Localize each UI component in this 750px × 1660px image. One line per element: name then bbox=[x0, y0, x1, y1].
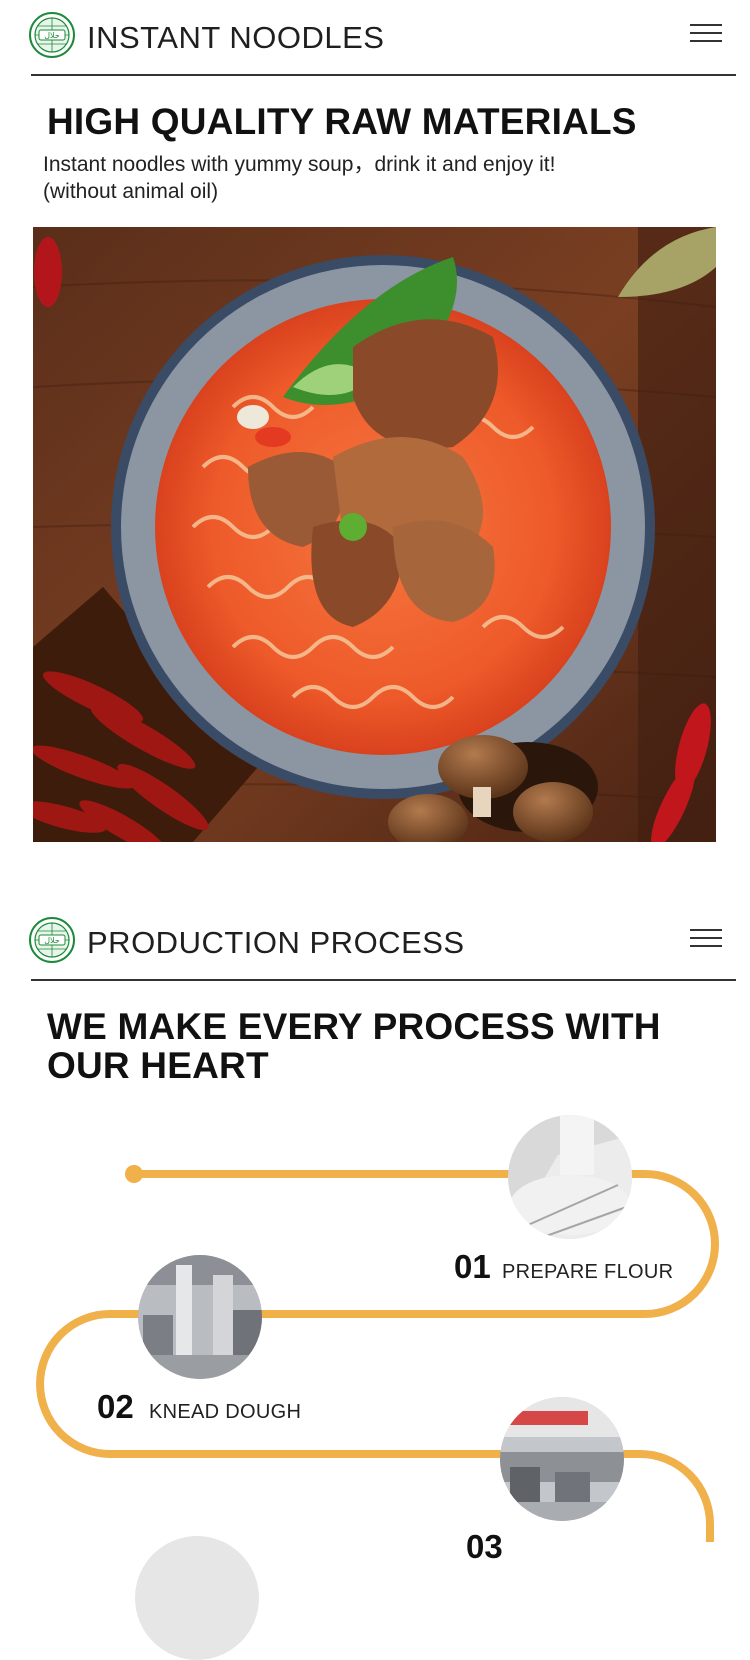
step-4-image bbox=[135, 1536, 259, 1660]
svg-text:حلال: حلال bbox=[44, 31, 60, 40]
noodle-bowl-image bbox=[33, 227, 716, 842]
hamburger-menu-icon[interactable] bbox=[690, 22, 722, 44]
step-1-number: 01 bbox=[454, 1248, 491, 1285]
svg-text:حلال: حلال bbox=[44, 936, 60, 945]
section-headline: HIGH QUALITY RAW MATERIALS bbox=[47, 101, 637, 142]
step-2-number: 02 bbox=[97, 1388, 134, 1425]
header-production-process: حلال PRODUCTION PROCESS bbox=[0, 905, 750, 981]
hamburger-menu-icon[interactable] bbox=[690, 927, 722, 949]
step-2-machine-image bbox=[138, 1255, 262, 1379]
step-2-label: KNEAD DOUGH bbox=[149, 1401, 302, 1423]
description-line-1: Instant noodles with yummy soup，drink it… bbox=[43, 153, 556, 176]
divider bbox=[31, 74, 736, 76]
process-headline-line-1: WE MAKE EVERY PROCESS WITH bbox=[47, 1006, 661, 1047]
step-3-factory-image bbox=[500, 1397, 624, 1521]
process-timeline: 01 PREPARE FLOUR 02 KNEAD DOUGH 03 bbox=[0, 1090, 750, 1660]
page-title: INSTANT NOODLES bbox=[87, 20, 385, 55]
header-instant-noodles: حلال INSTANT NOODLES bbox=[0, 0, 750, 76]
timeline-path bbox=[36, 1165, 719, 1542]
step-1-flour-image bbox=[508, 1115, 632, 1239]
step-1-label: PREPARE FLOUR bbox=[502, 1261, 674, 1283]
halal-logo-icon: حلال bbox=[29, 917, 75, 963]
divider bbox=[31, 979, 736, 981]
halal-logo-icon: حلال bbox=[29, 12, 75, 58]
process-headline-line-2: OUR HEART bbox=[47, 1045, 269, 1086]
description-line-2: (without animal oil) bbox=[43, 180, 219, 203]
step-3-number: 03 bbox=[466, 1528, 503, 1565]
section-title: PRODUCTION PROCESS bbox=[87, 925, 465, 960]
